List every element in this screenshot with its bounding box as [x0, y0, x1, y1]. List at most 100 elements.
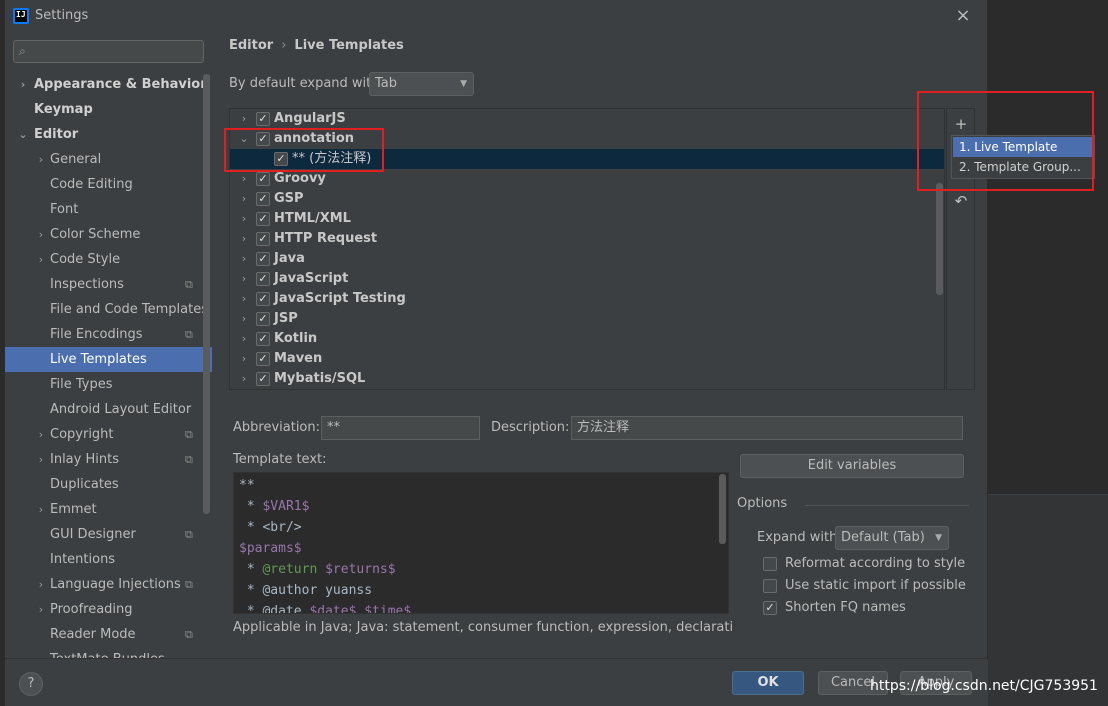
chevron-right-icon[interactable]: ›: [35, 247, 47, 272]
checkmark-icon[interactable]: ✓: [256, 232, 270, 246]
chevron-right-icon[interactable]: ›: [238, 289, 250, 309]
settings-search[interactable]: ⌕: [13, 40, 204, 63]
close-icon[interactable]: ×: [953, 6, 973, 26]
sidebar-item[interactable]: GUI Designer ⧉: [5, 522, 212, 547]
chevron-right-icon[interactable]: ›: [238, 349, 250, 369]
template-group[interactable]: › ✓ JavaScript Testing: [230, 289, 944, 309]
sidebar-item[interactable]: › Copyright ⧉: [5, 422, 212, 447]
chevron-right-icon[interactable]: ›: [35, 447, 47, 472]
sidebar-item[interactable]: › Proofreading: [5, 597, 212, 622]
checkmark-icon[interactable]: ✓: [256, 372, 270, 386]
template-group[interactable]: › ✓ AngularJS: [230, 109, 944, 129]
template-text-editor[interactable]: ** * $VAR1$ * <br/> $params$ * @return $r…: [233, 472, 729, 614]
sidebar-item[interactable]: Font: [5, 197, 212, 222]
chevron-right-icon[interactable]: ›: [35, 597, 47, 622]
template-label: Kotlin: [274, 331, 318, 346]
chevron-right-icon[interactable]: ›: [238, 309, 250, 329]
applicable-contexts[interactable]: Applicable in Java; Java: statement, con…: [233, 620, 733, 635]
template-list-scrollbar[interactable]: [936, 183, 943, 295]
checkmark-icon[interactable]: ✓: [256, 112, 270, 126]
template-group[interactable]: › ✓ Java: [230, 249, 944, 269]
chevron-right-icon[interactable]: ›: [238, 369, 250, 389]
sidebar-scrollbar[interactable]: [203, 74, 210, 514]
checkmark-icon[interactable]: ✓: [763, 601, 777, 615]
undo-icon[interactable]: ↶: [951, 191, 971, 211]
shorten-fq-label: Shorten FQ names: [785, 600, 906, 615]
abbreviation-field[interactable]: **: [321, 416, 480, 440]
sidebar-item[interactable]: Intentions: [5, 547, 212, 572]
chevron-right-icon[interactable]: ›: [35, 147, 47, 172]
description-field[interactable]: 方法注释: [571, 416, 963, 440]
template-group[interactable]: › ✓ Mybatis/SQL: [230, 369, 944, 389]
checkmark-icon[interactable]: ✓: [256, 352, 270, 366]
sidebar-item[interactable]: File Encodings ⧉: [5, 322, 212, 347]
sidebar-item[interactable]: TextMate Bundles: [5, 647, 212, 658]
sidebar-item[interactable]: File Types: [5, 372, 212, 397]
chevron-right-icon[interactable]: ›: [35, 422, 47, 447]
sidebar-item[interactable]: ⌄ Editor: [5, 122, 212, 147]
ok-button[interactable]: OK: [732, 671, 804, 695]
template-group[interactable]: › ✓ GSP: [230, 189, 944, 209]
chevron-right-icon[interactable]: ›: [238, 229, 250, 249]
chevron-right-icon[interactable]: ›: [238, 109, 250, 129]
checkmark-icon[interactable]: ✓: [256, 252, 270, 266]
sidebar-item[interactable]: Reader Mode ⧉: [5, 622, 212, 647]
sidebar-item[interactable]: Keymap: [5, 97, 212, 122]
checkmark-icon[interactable]: ✓: [256, 172, 270, 186]
sidebar-item[interactable]: File and Code Templates: [5, 297, 212, 322]
editor-scrollbar[interactable]: [719, 474, 726, 544]
template-label: HTTP Request: [274, 231, 378, 246]
sidebar-item[interactable]: Inspections ⧉: [5, 272, 212, 297]
breadcrumb-separator: ›: [281, 38, 287, 53]
template-label: AngularJS: [274, 111, 346, 126]
template-group[interactable]: › ✓ Maven: [230, 349, 944, 369]
checkmark-icon[interactable]: ✓: [256, 192, 270, 206]
chevron-right-icon[interactable]: ›: [238, 329, 250, 349]
chevron-right-icon[interactable]: ›: [35, 497, 47, 522]
sidebar-item-label: Emmet: [50, 502, 97, 517]
sidebar-item[interactable]: › Emmet: [5, 497, 212, 522]
sidebar-item[interactable]: › Code Style: [5, 247, 212, 272]
checkbox-icon[interactable]: [763, 579, 777, 593]
highlight-box-annotation: [224, 128, 384, 172]
checkmark-icon[interactable]: ✓: [256, 332, 270, 346]
sidebar-item[interactable]: Duplicates: [5, 472, 212, 497]
title-bar: IJ Settings ×: [5, 0, 988, 32]
chevron-right-icon[interactable]: ›: [238, 269, 250, 289]
sidebar-item[interactable]: Android Layout Editor: [5, 397, 212, 422]
edit-variables-button[interactable]: Edit variables: [740, 454, 964, 478]
expand-with-select[interactable]: Default (Tab) ▼: [835, 526, 949, 550]
search-input[interactable]: [36, 43, 196, 60]
help-button[interactable]: ?: [19, 672, 43, 696]
checkmark-icon[interactable]: ✓: [256, 212, 270, 226]
sidebar-item[interactable]: › General: [5, 147, 212, 172]
template-group[interactable]: › ✓ Kotlin: [230, 329, 944, 349]
template-group[interactable]: › ✓ JavaScript: [230, 269, 944, 289]
sidebar-item[interactable]: › Language Injections ⧉: [5, 572, 212, 597]
sidebar-item[interactable]: › Appearance & Behavior: [5, 72, 212, 97]
chevron-right-icon[interactable]: ›: [17, 72, 29, 97]
checkbox-icon[interactable]: [763, 557, 777, 571]
template-label: Mybatis/SQL: [274, 371, 366, 386]
default-expand-select[interactable]: Tab ▼: [369, 72, 474, 96]
sidebar-item[interactable]: › Color Scheme: [5, 222, 212, 247]
chevron-right-icon[interactable]: ›: [238, 209, 250, 229]
chevron-right-icon[interactable]: ›: [238, 249, 250, 269]
sidebar-item[interactable]: › Inlay Hints ⧉: [5, 447, 212, 472]
chevron-right-icon[interactable]: ›: [35, 572, 47, 597]
code-token: *: [239, 499, 263, 514]
chevron-down-icon[interactable]: ⌄: [17, 122, 29, 147]
breadcrumb-editor[interactable]: Editor: [229, 38, 273, 53]
checkmark-icon[interactable]: ✓: [256, 312, 270, 326]
template-group[interactable]: › ✓ HTTP Request: [230, 229, 944, 249]
chevron-right-icon[interactable]: ›: [238, 189, 250, 209]
chevron-right-icon[interactable]: ›: [35, 222, 47, 247]
sidebar-item[interactable]: Code Editing: [5, 172, 212, 197]
template-group[interactable]: › ✓ JSP: [230, 309, 944, 329]
chevron-right-icon[interactable]: ›: [238, 169, 250, 189]
template-group[interactable]: › ✓ Groovy: [230, 169, 944, 189]
sidebar-item[interactable]: Live Templates: [5, 347, 212, 372]
template-group[interactable]: › ✓ HTML/XML: [230, 209, 944, 229]
checkmark-icon[interactable]: ✓: [256, 292, 270, 306]
checkmark-icon[interactable]: ✓: [256, 272, 270, 286]
